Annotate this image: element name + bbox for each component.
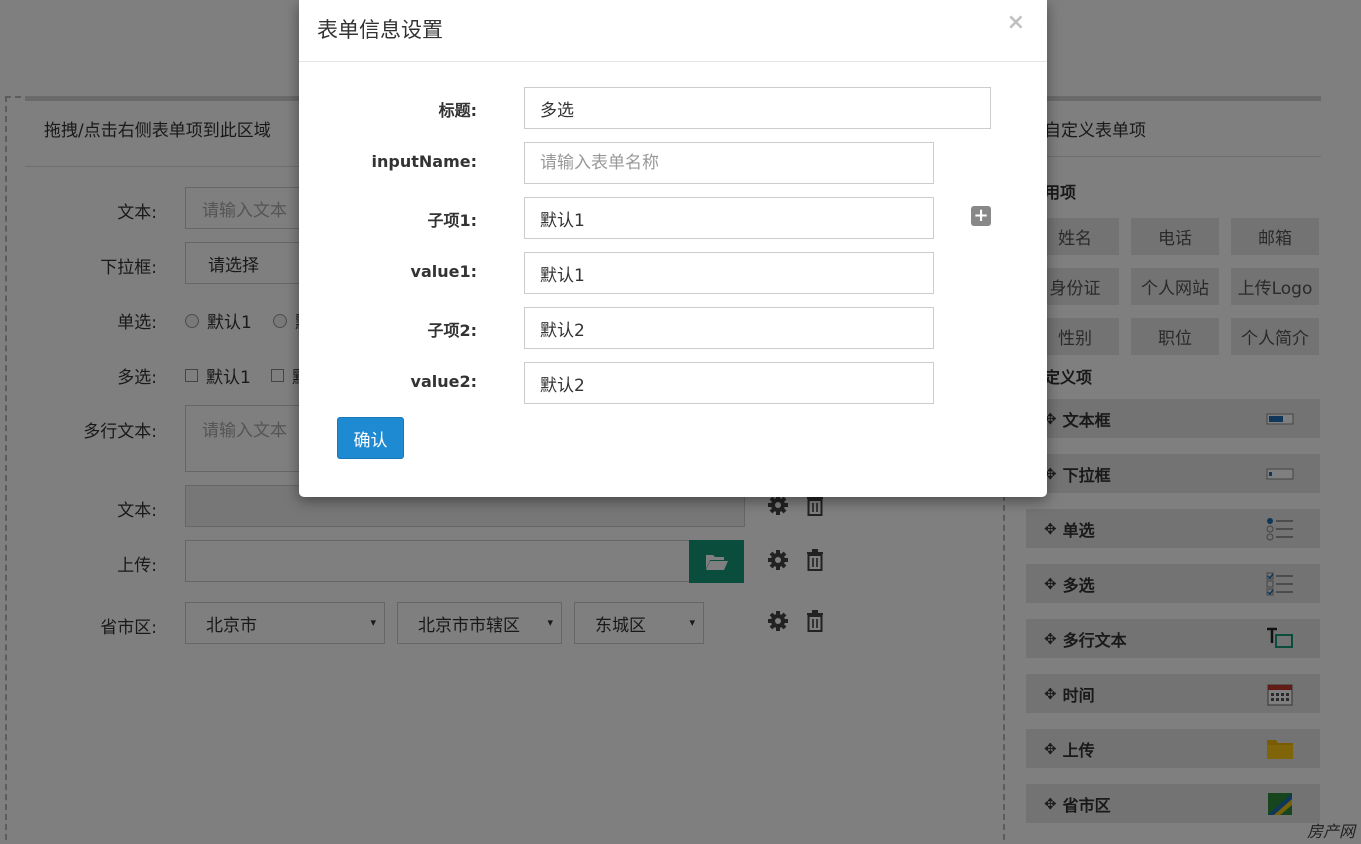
item1-input[interactable] [524,197,934,239]
divider [299,61,1047,62]
add-item-icon[interactable]: + [971,206,991,226]
watermark: 房产网 [1306,822,1355,841]
field-label-title: 标题: [438,101,477,120]
form-settings-modal: 表单信息设置 × 标题: inputName: 子项1: + value1: 子… [299,0,1047,497]
item2-input[interactable] [524,307,934,349]
field-label-value2: value2: [410,372,477,391]
field-label-input-name: inputName: [371,152,477,171]
title-input[interactable] [524,87,991,129]
value2-input[interactable] [524,362,934,404]
field-label-item2: 子项2: [427,321,477,340]
field-label-value1: value1: [410,262,477,281]
input-name-field[interactable] [524,142,934,184]
field-label-item1: 子项1: [427,211,477,230]
modal-title: 表单信息设置 [317,18,443,42]
confirm-button[interactable]: 确认 [337,417,404,459]
close-icon[interactable]: × [1007,10,1025,35]
value1-input[interactable] [524,252,934,294]
